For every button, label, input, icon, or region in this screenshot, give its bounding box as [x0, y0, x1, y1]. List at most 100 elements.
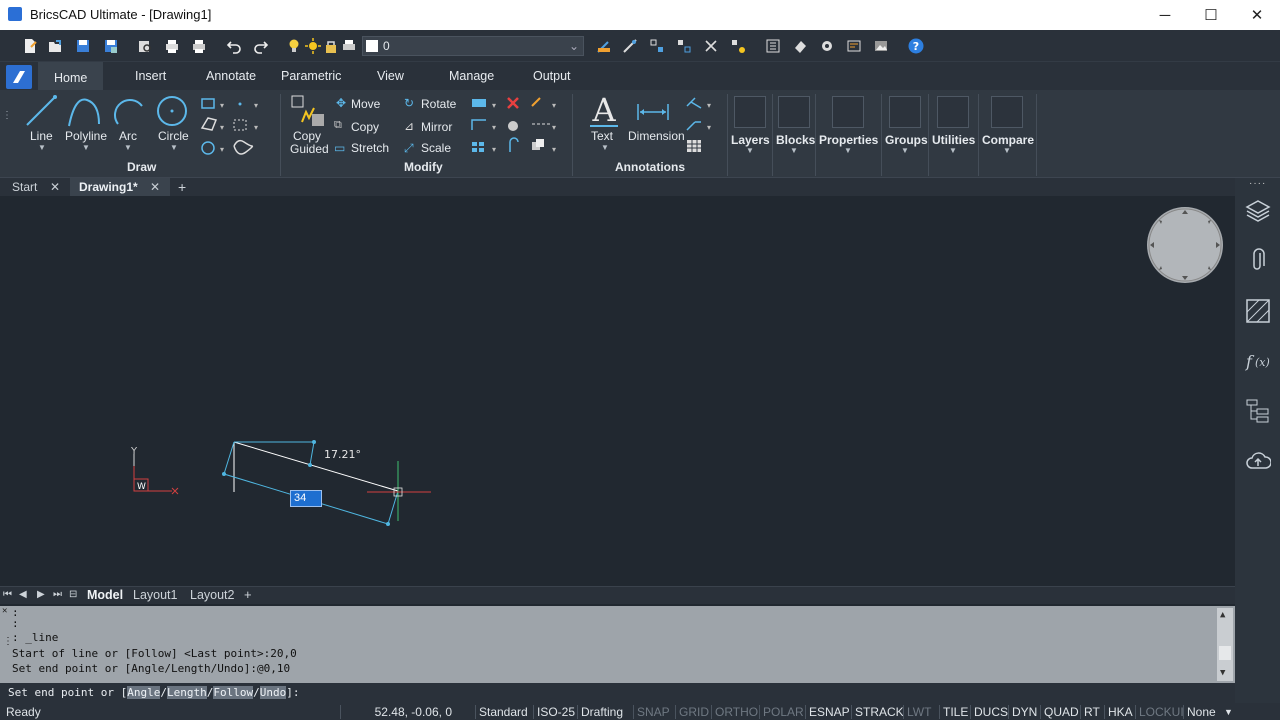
- history-scrollbar[interactable]: ▲ ▼: [1217, 608, 1233, 681]
- option-angle[interactable]: Angle: [127, 686, 161, 699]
- dimension-icon[interactable]: [636, 100, 670, 124]
- text-button-label[interactable]: Text: [591, 129, 613, 143]
- mirror-button[interactable]: Mirror: [421, 120, 452, 134]
- toggle-lwt[interactable]: LWT: [903, 705, 931, 719]
- print-icon[interactable]: [191, 38, 207, 54]
- properties-panel-button[interactable]: Properties: [819, 133, 878, 147]
- toggle-tile[interactable]: TILE: [939, 705, 968, 719]
- dynamic-length-input[interactable]: 34: [290, 490, 322, 507]
- utilities-panel-icon[interactable]: [937, 96, 969, 128]
- properties-panel-box-icon[interactable]: [832, 96, 864, 128]
- toggle-strack[interactable]: STRACK: [851, 705, 904, 719]
- app-menu-button[interactable]: [6, 65, 32, 89]
- help-icon[interactable]: ?: [908, 38, 924, 54]
- tab-manage[interactable]: Manage: [449, 69, 494, 83]
- text-icon[interactable]: A: [586, 93, 622, 129]
- layer-dropdown[interactable]: 0 ⌄: [362, 36, 584, 56]
- dimension-style[interactable]: ISO-25: [533, 705, 575, 719]
- close-icon[interactable]: ✕: [50, 178, 60, 196]
- stretch-button[interactable]: Stretch: [351, 141, 389, 155]
- print-preview-icon[interactable]: [137, 38, 153, 54]
- compare-panel-icon[interactable]: [991, 96, 1023, 128]
- new-file-icon[interactable]: [22, 38, 38, 54]
- layer-lock-icon[interactable]: [323, 38, 339, 54]
- copy-guided-label-1[interactable]: Copy: [293, 129, 321, 143]
- next-layout-icon[interactable]: ▶: [37, 589, 45, 600]
- compare-caret[interactable]: ▼: [1003, 146, 1011, 155]
- close-icon[interactable]: ✕: [150, 178, 160, 196]
- option-undo[interactable]: Undo: [259, 686, 287, 699]
- save-as-icon[interactable]: [103, 38, 119, 54]
- line-icon[interactable]: [24, 94, 58, 128]
- eraser-icon[interactable]: [792, 38, 808, 54]
- tab-parametric[interactable]: Parametric: [281, 69, 341, 83]
- tab-layout2[interactable]: Layout2: [190, 588, 234, 602]
- tab-view[interactable]: View: [377, 69, 404, 83]
- prev-layout-icon[interactable]: ◀: [19, 589, 27, 600]
- layer-off-icon[interactable]: [703, 38, 719, 54]
- first-layout-icon[interactable]: ⏮: [3, 589, 12, 600]
- toggle-snap[interactable]: SNAP: [633, 705, 670, 719]
- polyline-button-label[interactable]: Polyline: [65, 129, 107, 143]
- tab-layout1[interactable]: Layout1: [133, 588, 177, 602]
- render-icon[interactable]: [873, 38, 889, 54]
- line-dropdown-caret[interactable]: ▼: [38, 143, 46, 152]
- copy-guided-label-2[interactable]: Guided: [290, 142, 329, 156]
- tab-start[interactable]: Start: [12, 178, 37, 196]
- drawing-canvas[interactable]: Y W 17.21° 34: [0, 196, 1235, 586]
- option-length[interactable]: Length: [166, 686, 207, 699]
- toggle-esnap[interactable]: ESNAP: [805, 705, 850, 719]
- layers-caret[interactable]: ▼: [746, 146, 754, 155]
- tab-model[interactable]: Model: [87, 588, 123, 602]
- toggle-ducs[interactable]: DUCS: [970, 705, 1008, 719]
- layout-list-icon[interactable]: ⊟: [69, 589, 77, 600]
- command-line[interactable]: Set end point or [Angle/Length/Follow/Un…: [0, 683, 1235, 703]
- compare-panel-button[interactable]: Compare: [982, 133, 1034, 147]
- layers-panel-icon[interactable]: [734, 96, 766, 128]
- tab-home[interactable]: Home: [38, 62, 104, 90]
- function-fx-icon[interactable]: f (x): [1245, 348, 1271, 374]
- blocks-panel-icon[interactable]: [778, 96, 810, 128]
- groups-panel-icon[interactable]: [889, 96, 921, 128]
- utilities-panel-button[interactable]: Utilities: [932, 133, 975, 147]
- layers-panel-button[interactable]: Layers: [731, 133, 770, 147]
- workspace[interactable]: Drafting: [577, 705, 623, 719]
- scale-button[interactable]: Scale: [421, 141, 451, 155]
- grip-point[interactable]: [222, 472, 226, 476]
- layer-isolate-icon[interactable]: [649, 38, 665, 54]
- layer-unisolate-icon[interactable]: [676, 38, 692, 54]
- properties-panel-icon[interactable]: [765, 38, 781, 54]
- grip-point[interactable]: [308, 463, 312, 467]
- navigation-wheel[interactable]: [1147, 207, 1223, 283]
- layers-stack-icon[interactable]: [1245, 198, 1271, 224]
- rotate-button[interactable]: Rotate: [421, 97, 456, 111]
- toggle-polar[interactable]: POLAR: [759, 705, 804, 719]
- settings-icon[interactable]: [819, 38, 835, 54]
- line-button-label[interactable]: Line: [30, 129, 53, 143]
- move-button[interactable]: Move: [351, 97, 380, 111]
- coordinate-readout[interactable]: 52.48, -0.06, 0: [340, 705, 460, 719]
- groups-panel-button[interactable]: Groups: [885, 133, 928, 147]
- toggle-dyn[interactable]: DYN: [1008, 705, 1037, 719]
- arc-dropdown-caret[interactable]: ▼: [124, 143, 132, 152]
- chevron-down-icon[interactable]: ▼: [1224, 707, 1233, 717]
- properties-caret[interactable]: ▼: [844, 146, 852, 155]
- open-file-icon[interactable]: [47, 38, 63, 54]
- scrollbar-thumb[interactable]: [1219, 646, 1231, 660]
- model-space-view[interactable]: Y W 17.21°: [0, 196, 1235, 586]
- layer-previous-icon[interactable]: [622, 38, 638, 54]
- toggle-rt[interactable]: RT: [1080, 705, 1100, 719]
- copy-button[interactable]: Copy: [351, 120, 379, 134]
- circle-button-label[interactable]: Circle: [158, 129, 189, 143]
- text-style[interactable]: Standard: [475, 705, 528, 719]
- add-tab-button[interactable]: +: [178, 177, 186, 195]
- polyline-dropdown-caret[interactable]: ▼: [82, 143, 90, 152]
- toggle-grid[interactable]: GRID: [675, 705, 709, 719]
- polyline-icon[interactable]: [67, 94, 101, 128]
- save-icon[interactable]: [75, 38, 91, 54]
- grip-point[interactable]: [386, 522, 390, 526]
- arc-button-label[interactable]: Arc: [119, 129, 137, 143]
- circle-dropdown-caret[interactable]: ▼: [170, 143, 178, 152]
- modify-small-tools-icon[interactable]: ▾ ▾ ▾ ▾ ▾ ▾: [470, 96, 565, 156]
- last-layout-icon[interactable]: ⏭: [53, 589, 62, 600]
